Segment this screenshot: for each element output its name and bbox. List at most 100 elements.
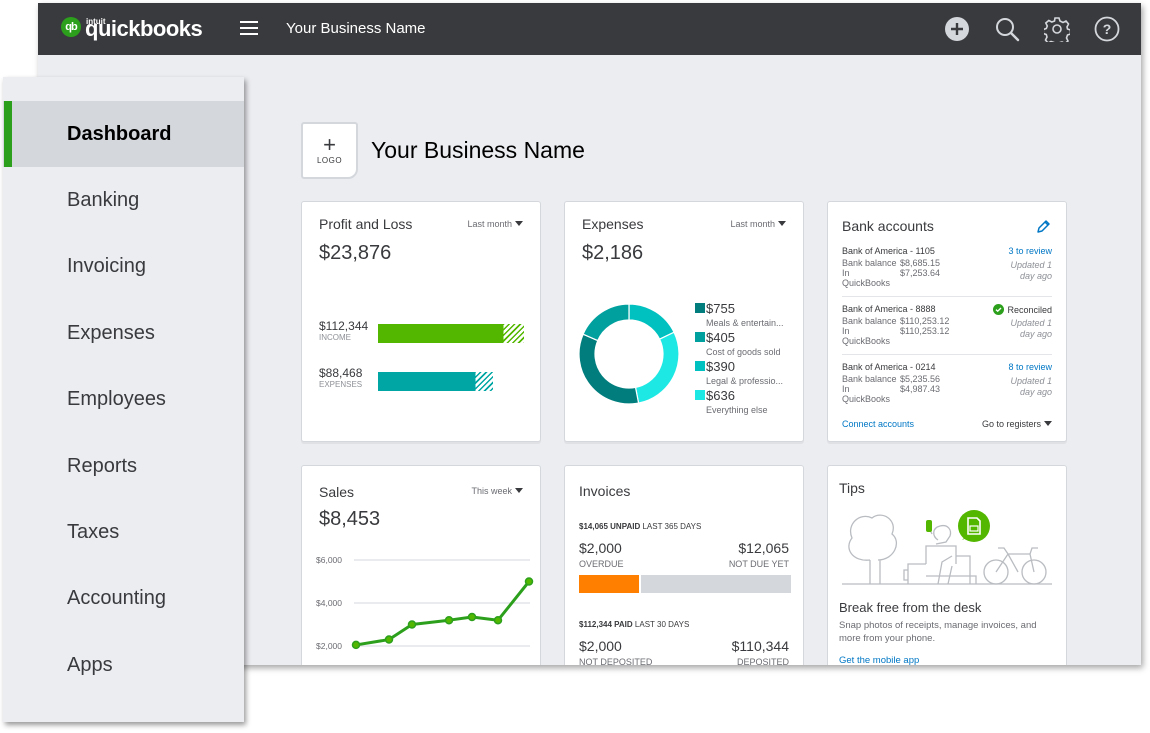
card-title: Sales xyxy=(319,484,355,500)
profit-loss-card[interactable]: Profit and Loss Last month $23,876 $112,… xyxy=(301,201,541,442)
sidebar-item-dashboard[interactable]: Dashboard xyxy=(3,101,244,167)
svg-text:?: ? xyxy=(1103,21,1112,37)
unpaid-amount: $14,065 UNPAID xyxy=(579,522,641,531)
sidebar-item-expenses[interactable]: Expenses xyxy=(3,300,244,366)
plus-circle-icon[interactable] xyxy=(943,15,971,43)
sidebar-item-label: Employees xyxy=(67,387,166,410)
bank-balance-value: $8,685.15 xyxy=(900,258,941,268)
period-label: Last month xyxy=(730,219,775,229)
sidebar-item-reports[interactable]: Reports xyxy=(3,433,244,499)
period-dropdown[interactable]: This week xyxy=(471,486,523,496)
card-title: Expenses xyxy=(582,216,644,232)
review-link[interactable]: 8 to review xyxy=(1008,362,1052,372)
not-deposited-label: NOT DEPOSITED xyxy=(579,657,653,665)
sidebar-item-label: Apps xyxy=(67,653,113,676)
expenses-label: EXPENSES xyxy=(319,380,363,389)
bank-account-row[interactable]: Bank of America - 1105 3 to review Bank b… xyxy=(842,246,1052,288)
not-deposited-value: $2,000 xyxy=(579,638,622,654)
sales-card[interactable]: Sales This week $8,453 $2,000 $4,000 $6,00… xyxy=(301,465,541,665)
sidebar-item-taxes[interactable]: Taxes xyxy=(3,499,244,565)
donut-slice xyxy=(582,303,630,342)
period-dropdown[interactable]: Last month xyxy=(730,219,786,229)
reconciled-status: Reconciled xyxy=(993,304,1052,315)
legend-value: $405 xyxy=(706,330,735,345)
sidebar-item-banking[interactable]: Banking xyxy=(3,167,244,233)
bank-account-row[interactable]: Bank of America - 8888 Reconciled Bank ba… xyxy=(842,304,1052,346)
sidebar-item-accounting[interactable]: Accounting xyxy=(3,565,244,631)
expenses-bar[interactable] xyxy=(378,372,493,391)
get-mobile-app-link[interactable]: Get the mobile app xyxy=(839,655,919,665)
income-value: $112,344 xyxy=(319,319,369,333)
qb-badge-icon: qb xyxy=(61,17,81,37)
sales-point xyxy=(351,640,361,650)
legend-label: Legal & professio... xyxy=(706,376,784,386)
qb-balance-label: In QuickBooks xyxy=(842,326,891,346)
expenses-value: $88,468 xyxy=(319,366,363,380)
donut-slice xyxy=(634,331,680,404)
add-logo-button[interactable]: + LOGO xyxy=(301,122,358,179)
qb-balance-label: In QuickBooks xyxy=(842,384,891,404)
review-link[interactable]: 3 to review xyxy=(1008,246,1052,256)
y-tick-label: $4,000 xyxy=(316,598,342,608)
period-label: This week xyxy=(471,486,512,496)
edit-pencil-icon[interactable] xyxy=(1036,220,1050,239)
connect-accounts-link[interactable]: Connect accounts xyxy=(842,419,914,429)
bank-account-row[interactable]: Bank of America - 0214 8 to review Bank b… xyxy=(842,362,1052,404)
sales-point xyxy=(407,620,417,629)
updated-timestamp: Updated 1 day ago xyxy=(1010,376,1052,397)
bank-balance-label: Bank balance xyxy=(842,258,897,268)
sidebar-item-label: Invoicing xyxy=(67,254,146,277)
sidebar-item-label: Reports xyxy=(67,454,138,477)
deposited-value: $110,344 xyxy=(731,638,789,654)
status-text: Reconciled xyxy=(1007,304,1052,315)
sidebar-item-label: Taxes xyxy=(67,520,120,543)
not-due-label: NOT DUE YET xyxy=(728,559,789,569)
sales-point xyxy=(493,615,503,625)
sales-total: $8,453 xyxy=(319,508,381,530)
unpaid-summary: $14,065 UNPAID LAST 365 DAYS xyxy=(579,522,701,531)
help-icon[interactable]: ? xyxy=(1093,15,1121,43)
sales-point xyxy=(467,612,477,622)
legend-label: Meals & entertain... xyxy=(706,318,784,328)
deposited-label: DEPOSITED xyxy=(736,657,789,665)
updated-timestamp: Updated 1 day ago xyxy=(1010,318,1052,339)
caret-down-icon xyxy=(1044,421,1052,426)
legend-item: $390 Legal & professio... xyxy=(695,358,783,386)
caret-down-icon xyxy=(515,221,523,226)
expenses-donut-chart[interactable] xyxy=(577,302,681,406)
search-icon[interactable] xyxy=(993,15,1021,43)
card-title: Bank accounts xyxy=(842,218,934,234)
expenses-card[interactable]: Expenses Last month $2,186 $755 Meals & e… xyxy=(564,201,804,442)
company-name: Your Business Name xyxy=(286,20,426,37)
gear-icon[interactable] xyxy=(1043,15,1071,43)
not-due-bar-segment[interactable] xyxy=(641,575,791,593)
invoices-card[interactable]: Invoices $14,065 UNPAID LAST 365 DAYS $2… xyxy=(564,465,804,665)
divider xyxy=(842,354,1052,355)
bank-balance-label: Bank balance xyxy=(842,374,897,384)
sales-line-chart[interactable]: $2,000 $4,000 $6,000 xyxy=(302,546,541,665)
income-bar[interactable] xyxy=(378,324,524,343)
logo-label: LOGO xyxy=(316,156,343,165)
bank-balance-value: $5,235.56 xyxy=(900,374,941,384)
legend-swatch xyxy=(695,332,705,342)
bank-accounts-card: Bank accounts Bank of America - 1105 3 to… xyxy=(827,201,1067,442)
card-title: Profit and Loss xyxy=(319,216,413,232)
paid-summary: $112,344 PAID LAST 30 DAYS xyxy=(579,620,689,629)
sales-point xyxy=(524,577,534,586)
quickbooks-logo[interactable]: qb intuit quickbooks xyxy=(61,14,203,41)
sidebar-item-label: Dashboard xyxy=(67,122,172,145)
sidebar-item-invoicing[interactable]: Invoicing xyxy=(3,233,244,299)
overdue-value: $2,000 xyxy=(579,540,622,556)
sidebar-item-label: Banking xyxy=(67,188,140,211)
period-dropdown[interactable]: Last month xyxy=(467,219,523,229)
qb-balance-label: In QuickBooks xyxy=(842,268,891,288)
menu-icon[interactable] xyxy=(240,19,258,37)
overdue-bar-segment[interactable] xyxy=(579,575,640,593)
tip-body: Snap photos of receipts, manage invoices… xyxy=(839,620,1037,644)
caret-down-icon xyxy=(515,488,523,493)
sidebar-item-employees[interactable]: Employees xyxy=(3,366,244,432)
sidebar-item-apps[interactable]: Apps xyxy=(3,632,244,698)
go-to-registers-dropdown[interactable]: Go to registers xyxy=(982,419,1052,429)
overdue-label: OVERDUE xyxy=(579,559,624,569)
expenses-row: $88,468 EXPENSES xyxy=(319,366,362,389)
